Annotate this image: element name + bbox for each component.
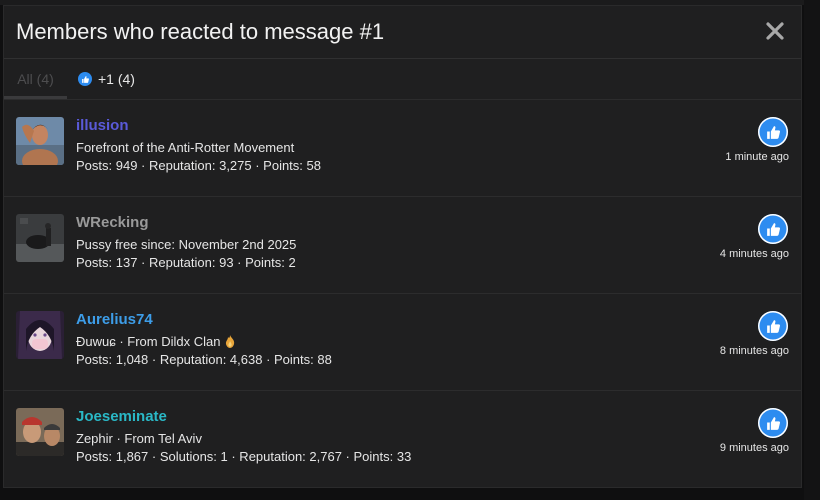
user-title-text: Ɖuwuɕ · From Dildx Clan — [76, 334, 221, 349]
username-link[interactable]: WRecking — [76, 214, 149, 231]
username-link[interactable]: Joeseminate — [76, 408, 167, 425]
page-scrollbar-area — [804, 0, 820, 500]
reaction-time[interactable]: 4 minutes ago — [720, 248, 789, 260]
list-item: Aurelius74 Ɖuwuɕ · From Dildx Clan Posts… — [4, 294, 801, 391]
user-stats: Posts: 949 · Reputation: 3,275 · Points:… — [76, 158, 321, 173]
avatar[interactable] — [16, 408, 64, 456]
avatar[interactable] — [16, 117, 64, 165]
thumbs-up-icon — [758, 214, 788, 244]
reaction-tabs: All (4) +1 (4) — [4, 59, 801, 100]
member-list: illusion Forefront of the Anti-Rotter Mo… — [4, 100, 801, 487]
reaction-time[interactable]: 8 minutes ago — [720, 345, 789, 357]
reactions-modal: Members who reacted to message #1 All (4… — [3, 5, 802, 488]
modal-title: Members who reacted to message #1 — [16, 19, 385, 44]
thumbs-up-icon — [78, 72, 92, 86]
reaction-time[interactable]: 1 minute ago — [725, 151, 789, 163]
tab-like[interactable]: +1 (4) — [78, 59, 135, 99]
user-title: Pussy free since: November 2nd 2025 — [76, 237, 297, 252]
reaction-time[interactable]: 9 minutes ago — [720, 442, 789, 454]
list-item: Joeseminate Zephir · From Tel Aviv Posts… — [4, 391, 801, 487]
modal-header: Members who reacted to message #1 — [4, 6, 801, 59]
username-link[interactable]: illusion — [76, 117, 129, 134]
thumbs-up-icon — [758, 117, 788, 147]
user-stats: Posts: 1,867 · Solutions: 1 · Reputation… — [76, 449, 412, 464]
close-button[interactable] — [763, 19, 787, 43]
close-icon — [766, 22, 784, 40]
user-title: Forefront of the Anti-Rotter Movement — [76, 140, 295, 155]
list-item: illusion Forefront of the Anti-Rotter Mo… — [4, 100, 801, 197]
thumbs-up-icon — [758, 408, 788, 438]
avatar[interactable] — [16, 311, 64, 359]
avatar[interactable] — [16, 214, 64, 262]
user-title: Zephir · From Tel Aviv — [76, 431, 202, 446]
flame-icon — [226, 335, 235, 348]
username-link[interactable]: Aurelius74 — [76, 311, 153, 328]
tab-like-label: +1 (4) — [98, 71, 135, 87]
user-title: Ɖuwuɕ · From Dildx Clan — [76, 334, 236, 349]
list-item: WRecking Pussy free since: November 2nd … — [4, 197, 801, 294]
user-stats: Posts: 137 · Reputation: 93 · Points: 2 — [76, 255, 296, 270]
user-stats: Posts: 1,048 · Reputation: 4,638 · Point… — [76, 352, 332, 367]
tab-all[interactable]: All (4) — [4, 59, 67, 99]
thumbs-up-icon — [758, 311, 788, 341]
